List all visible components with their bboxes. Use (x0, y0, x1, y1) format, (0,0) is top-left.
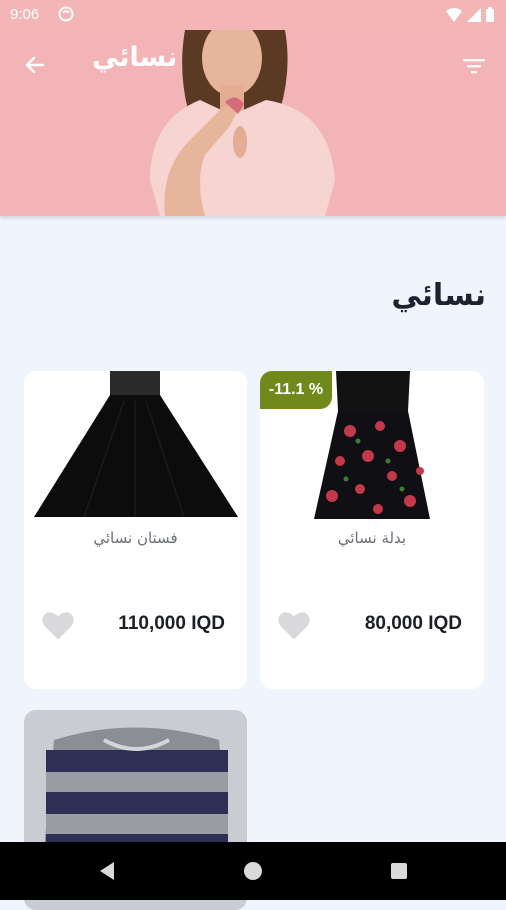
category-banner: نسائي (0, 30, 506, 216)
back-button[interactable] (18, 48, 52, 82)
circle-home-icon (244, 862, 262, 880)
product-card[interactable]: فستان نسائي 110,000 IQD (24, 371, 247, 689)
banner-model-image (0, 30, 506, 216)
section-title: نسائي (391, 278, 486, 313)
product-name: فستان نسائي (93, 529, 178, 547)
nav-home-button[interactable] (238, 856, 268, 886)
product-price: 80,000 IQD (364, 613, 462, 634)
arrow-back-icon (25, 56, 45, 74)
discount-badge: -11.1 % (260, 371, 332, 409)
signal-icon (467, 7, 481, 22)
battery-icon (486, 7, 494, 22)
system-navigation-bar (0, 842, 506, 900)
filter-button[interactable] (458, 50, 490, 82)
product-card[interactable]: -11.1 % بدلة نسائي 80,000 IQD (260, 371, 484, 689)
product-image (24, 371, 247, 521)
triangle-back-icon (100, 862, 114, 880)
product-price: 110,000 IQD (118, 613, 225, 634)
status-bar: 9:06 (0, 0, 506, 30)
favorite-heart-icon[interactable] (40, 609, 76, 641)
status-time: 9:06 (10, 6, 40, 23)
nav-back-button[interactable] (92, 856, 122, 886)
do-not-disturb-icon (58, 6, 74, 22)
filter-icon (463, 59, 485, 74)
wifi-icon (446, 7, 462, 22)
nav-recents-button[interactable] (384, 856, 414, 886)
square-recents-icon (391, 863, 407, 879)
product-name: بدلة نسائي (337, 529, 407, 547)
page-title: نسائي (92, 42, 178, 73)
favorite-heart-icon[interactable] (276, 609, 312, 641)
